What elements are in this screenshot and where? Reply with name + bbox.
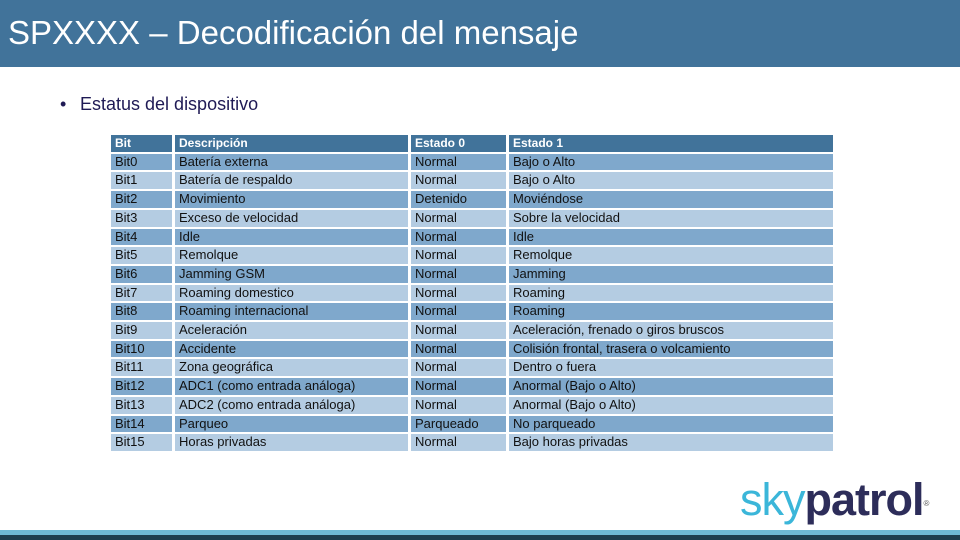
cell-bit: Bit4 <box>111 228 172 246</box>
cell-bit: Bit12 <box>111 378 172 395</box>
cell-bit: Bit3 <box>111 209 172 227</box>
bullet-icon: • <box>60 94 67 114</box>
cell-state1: Moviéndose <box>509 191 833 208</box>
cell-state0: Normal <box>411 247 506 264</box>
skypatrol-logo: skypatrol® <box>740 474 930 526</box>
cell-state1: Anormal (Bajo o Alto) <box>509 396 833 414</box>
table-row: Bit15 Horas privadas Normal Bajo horas priv… <box>111 434 833 451</box>
logo-patrol: patrol <box>804 474 925 525</box>
cell-description: Parqueo <box>175 415 408 433</box>
cell-state1: Roaming <box>509 303 833 321</box>
cell-state0: Normal <box>411 209 506 227</box>
cell-state1: Jamming <box>509 265 833 283</box>
cell-description: Batería externa <box>175 153 408 171</box>
bullet-item: • Estatus del dispositivo <box>60 93 258 115</box>
cell-description: ADC1 (como entrada análoga) <box>175 378 408 395</box>
table-row: Bit9 Aceleración Normal Aceleración, frenad… <box>111 322 833 339</box>
table-row: Bit14 Parqueo Parqueado No parqueado <box>111 415 833 433</box>
table-row: Bit4 Idle Normal Idle <box>111 228 833 246</box>
cell-state1: Bajo horas privadas <box>509 434 833 451</box>
cell-state0: Normal <box>411 434 506 451</box>
bullet-text: Estatus del dispositivo <box>80 94 259 114</box>
slide-title: SPXXXX – Decodificación del mensaje <box>8 14 579 51</box>
cell-bit: Bit14 <box>111 415 172 433</box>
registered-mark-icon: ® <box>923 499 930 508</box>
cell-state1: Idle <box>509 228 833 246</box>
cell-state1: No parqueado <box>509 415 833 433</box>
cell-description: Exceso de velocidad <box>175 209 408 227</box>
table-row: Bit3 Exceso de velocidad Normal Sobre la ve… <box>111 209 833 227</box>
cell-description: Movimiento <box>175 191 408 208</box>
cell-state1: Aceleración, frenado o giros bruscos <box>509 322 833 339</box>
logo-sky: sky <box>740 474 805 525</box>
cell-state0: Normal <box>411 284 506 302</box>
cell-state1: Colisión frontal, trasera o volcamiento <box>509 340 833 358</box>
table-header-row: Bit Descripción Estado 0 Estado 1 <box>111 135 833 152</box>
cell-state1: Bajo o Alto <box>509 172 833 190</box>
table-row: Bit6 Jamming GSM Normal Jamming <box>111 265 833 283</box>
cell-bit: Bit10 <box>111 340 172 358</box>
cell-bit: Bit9 <box>111 322 172 339</box>
cell-state0: Normal <box>411 359 506 377</box>
table-row: Bit11 Zona geográfica Normal Dentro o fuera <box>111 359 833 377</box>
cell-state0: Normal <box>411 228 506 246</box>
cell-state1: Sobre la velocidad <box>509 209 833 227</box>
cell-bit: Bit7 <box>111 284 172 302</box>
footer-stripe-dark <box>0 535 960 540</box>
cell-state0: Detenido <box>411 191 506 208</box>
cell-state0: Normal <box>411 396 506 414</box>
cell-description: Aceleración <box>175 322 408 339</box>
column-header-state1: Estado 1 <box>509 135 833 152</box>
cell-bit: Bit0 <box>111 153 172 171</box>
cell-state0: Normal <box>411 172 506 190</box>
cell-description: Roaming internacional <box>175 303 408 321</box>
status-table: Bit Descripción Estado 0 Estado 1 Bit0 Ba… <box>108 133 836 453</box>
cell-description: Jamming GSM <box>175 265 408 283</box>
table-row: Bit7 Roaming domestico Normal Roaming <box>111 284 833 302</box>
cell-bit: Bit15 <box>111 434 172 451</box>
cell-description: Zona geográfica <box>175 359 408 377</box>
table-row: Bit13 ADC2 (como entrada análoga) Normal An… <box>111 396 833 414</box>
column-header-state0: Estado 0 <box>411 135 506 152</box>
table-row: Bit2 Movimiento Detenido Moviéndose <box>111 191 833 208</box>
cell-state0: Parqueado <box>411 415 506 433</box>
table-body: Bit0 Batería externa Normal Bajo o Alto Bit1… <box>111 153 833 451</box>
cell-state0: Normal <box>411 378 506 395</box>
cell-description: ADC2 (como entrada análoga) <box>175 396 408 414</box>
table-row: Bit8 Roaming internacional Normal Roaming <box>111 303 833 321</box>
cell-state0: Normal <box>411 303 506 321</box>
cell-description: Accidente <box>175 340 408 358</box>
cell-state0: Normal <box>411 322 506 339</box>
cell-description: Horas privadas <box>175 434 408 451</box>
table-row: Bit5 Remolque Normal Remolque <box>111 247 833 264</box>
cell-bit: Bit1 <box>111 172 172 190</box>
cell-description: Batería de respaldo <box>175 172 408 190</box>
table-row: Bit0 Batería externa Normal Bajo o Alto <box>111 153 833 171</box>
cell-description: Idle <box>175 228 408 246</box>
cell-state1: Remolque <box>509 247 833 264</box>
title-bar: SPXXXX – Decodificación del mensaje <box>0 0 960 67</box>
column-header-bit: Bit <box>111 135 172 152</box>
cell-state1: Anormal (Bajo o Alto) <box>509 378 833 395</box>
cell-state0: Normal <box>411 340 506 358</box>
table-row: Bit10 Accidente Normal Colisión frontal, tr… <box>111 340 833 358</box>
table-row: Bit1 Batería de respaldo Normal Bajo o Alto <box>111 172 833 190</box>
cell-state1: Bajo o Alto <box>509 153 833 171</box>
cell-bit: Bit8 <box>111 303 172 321</box>
cell-bit: Bit13 <box>111 396 172 414</box>
cell-state0: Normal <box>411 265 506 283</box>
cell-bit: Bit5 <box>111 247 172 264</box>
cell-state1: Dentro o fuera <box>509 359 833 377</box>
cell-state1: Roaming <box>509 284 833 302</box>
cell-description: Roaming domestico <box>175 284 408 302</box>
cell-state0: Normal <box>411 153 506 171</box>
cell-bit: Bit2 <box>111 191 172 208</box>
column-header-description: Descripción <box>175 135 408 152</box>
cell-bit: Bit6 <box>111 265 172 283</box>
table-row: Bit12 ADC1 (como entrada análoga) Normal An… <box>111 378 833 395</box>
cell-description: Remolque <box>175 247 408 264</box>
cell-bit: Bit11 <box>111 359 172 377</box>
